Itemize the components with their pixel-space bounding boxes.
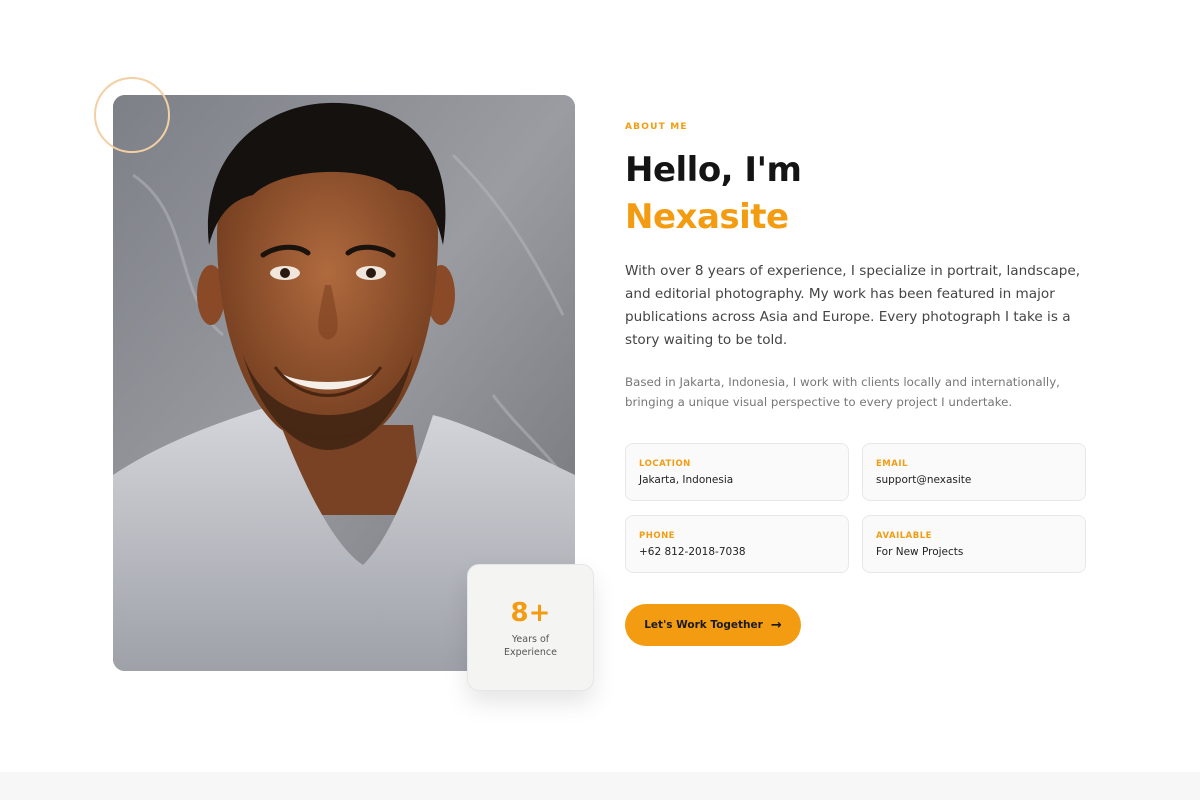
info-value: Jakarta, Indonesia — [639, 474, 734, 486]
location-paragraph: Based in Jakarta, Indonesia, I work with… — [625, 375, 1060, 409]
cta-label: Let's Work Together — [644, 619, 763, 631]
experience-label: Years of Experience — [504, 634, 557, 658]
info-card-location: LOCATION Jakarta, Indonesia — [625, 443, 849, 501]
decorative-circle — [94, 77, 170, 153]
section-eyebrow: ABOUT ME — [625, 122, 688, 132]
arrow-right-icon: → — [770, 617, 782, 633]
info-value[interactable]: support@nexasite — [876, 474, 971, 486]
info-card-available: AVAILABLE For New Projects — [862, 515, 1086, 573]
info-label: AVAILABLE — [876, 531, 932, 541]
info-label: EMAIL — [876, 459, 908, 469]
info-value: For New Projects — [876, 546, 964, 558]
work-together-button[interactable]: Let's Work Together → — [625, 604, 801, 646]
info-card-email: EMAIL support@nexasite — [862, 443, 1086, 501]
experience-card: 8+ Years of Experience — [467, 564, 594, 691]
info-value[interactable]: +62 812-2018-7038 — [639, 546, 746, 558]
intro-paragraph: With over 8 years of experience, I speci… — [625, 263, 1081, 348]
experience-number: 8+ — [510, 598, 551, 628]
info-label: LOCATION — [639, 459, 691, 469]
greeting-heading: Hello, I'm — [625, 150, 802, 190]
info-label: PHONE — [639, 531, 675, 541]
next-section-band — [0, 772, 1200, 800]
info-card-phone: PHONE +62 812-2018-7038 — [625, 515, 849, 573]
name-heading: Nexasite — [625, 197, 789, 237]
